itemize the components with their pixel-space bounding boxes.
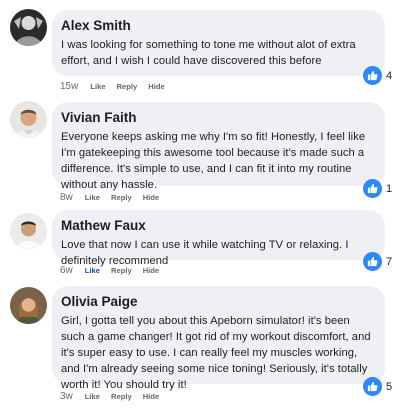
like-button[interactable]: Like [85,193,100,202]
comment-text: I was looking for something to tone me w… [61,39,356,67]
commenter-name[interactable]: Vivian Faith [61,109,375,126]
comment-actions: 6w Like Reply Hide [60,265,170,276]
comment-actions: 15w Like Reply Hide [60,81,176,92]
like-count: 4 [386,69,393,82]
like-reaction[interactable]: 7 [363,252,392,271]
comment-time[interactable]: 3w [60,391,73,402]
comment-time[interactable]: 15w [60,81,78,92]
like-button[interactable]: Like [85,266,100,275]
reply-button[interactable]: Reply [111,266,132,275]
thumbs-up-icon [363,179,382,198]
commenter-name[interactable]: Olivia Paige [61,293,375,310]
comment-actions: 8w Like Reply Hide [60,192,170,203]
comment-bubble: Mathew Faux Love that now I can use it w… [52,210,385,267]
comment-time[interactable]: 6w [60,265,73,276]
thumbs-up-icon [363,66,382,85]
reply-button[interactable]: Reply [111,392,132,401]
hide-button[interactable]: Hide [143,266,159,275]
like-button[interactable]: Like [90,82,105,91]
like-button[interactable]: Like [85,392,100,401]
like-count: 7 [386,255,393,268]
commenter-name[interactable]: Mathew Faux [61,217,375,234]
hide-button[interactable]: Hide [143,392,159,401]
comment-text: Girl, I gotta tell you about this Apebor… [61,315,371,391]
comment-text: Everyone keeps asking me why I'm so fit!… [61,131,366,191]
comment-time[interactable]: 8w [60,192,73,203]
thumbs-up-icon [363,252,382,271]
thumbs-up-icon [363,377,382,396]
comment-actions: 3w Like Reply Hide [60,391,170,402]
like-count: 5 [386,380,393,393]
avatar[interactable] [10,213,47,250]
hide-button[interactable]: Hide [148,82,164,91]
hide-button[interactable]: Hide [143,193,159,202]
avatar[interactable] [10,287,47,324]
reply-button[interactable]: Reply [111,193,132,202]
comment-bubble: Alex Smith I was looking for something t… [52,10,385,76]
commenter-name[interactable]: Alex Smith [61,17,375,34]
like-count: 1 [386,182,393,195]
avatar[interactable] [10,101,47,138]
comment-bubble: Vivian Faith Everyone keeps asking me wh… [52,102,385,191]
comment-bubble: Olivia Paige Girl, I gotta tell you abou… [52,286,385,391]
like-reaction[interactable]: 4 [363,66,392,85]
like-reaction[interactable]: 1 [363,179,392,198]
avatar[interactable] [10,9,47,46]
like-reaction[interactable]: 5 [363,377,392,396]
reply-button[interactable]: Reply [117,82,138,91]
